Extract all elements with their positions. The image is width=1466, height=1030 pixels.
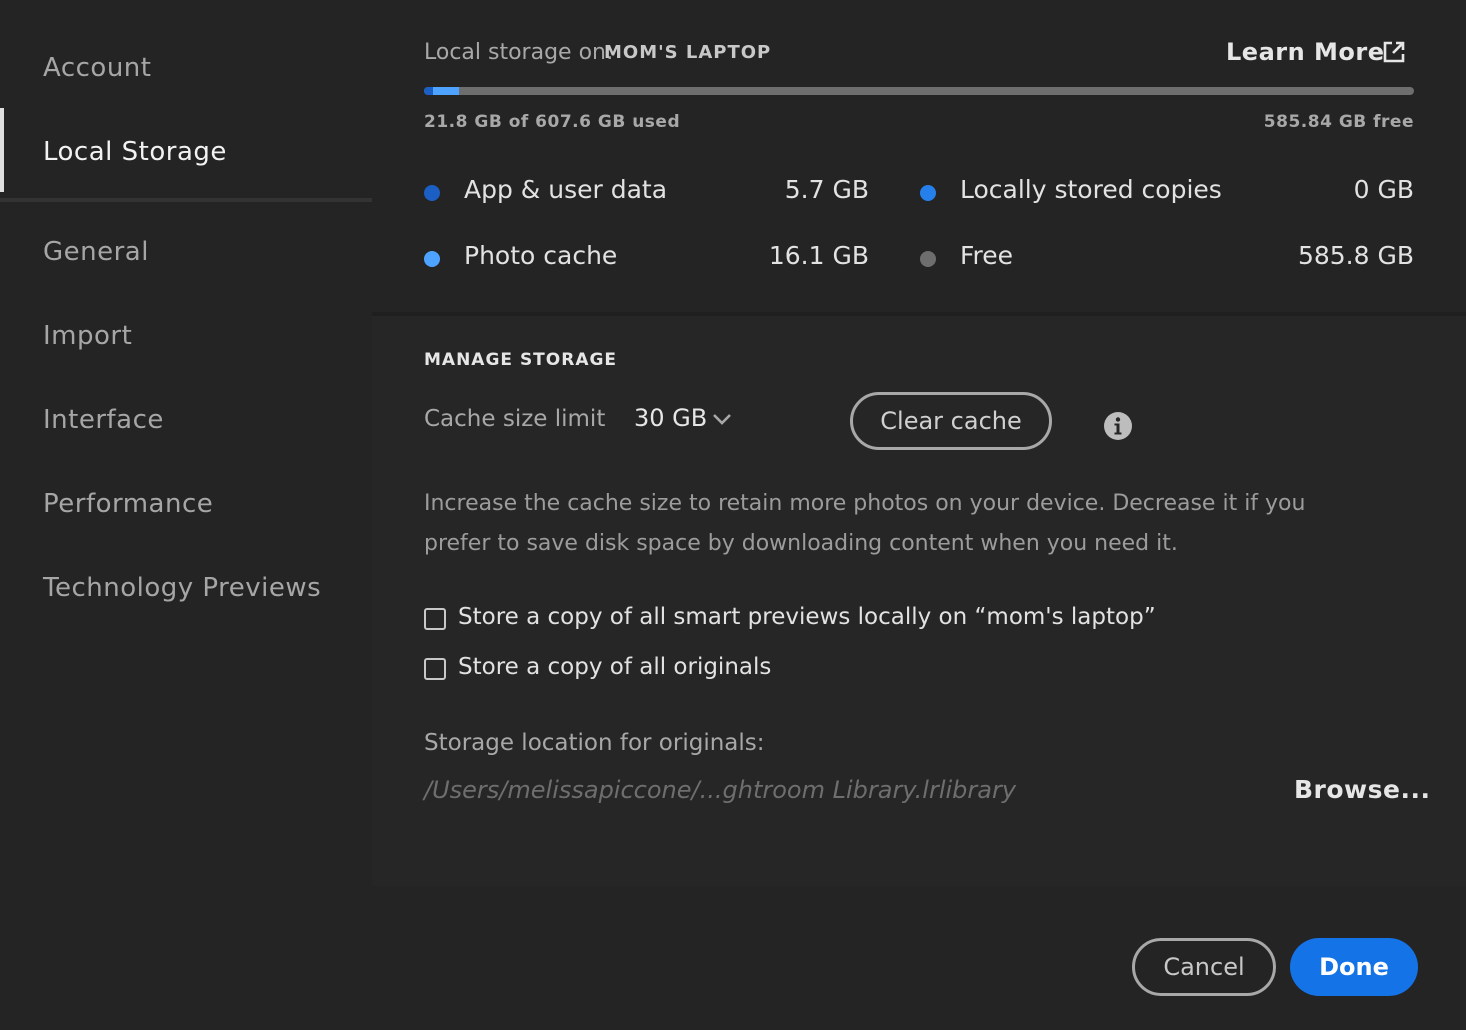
legend-dot-app-data [424, 185, 440, 201]
sidebar-item-interface[interactable]: Interface [0, 402, 372, 438]
learn-more-link[interactable]: Learn More [1226, 38, 1385, 66]
storage-label: Local storage on: [424, 40, 614, 65]
manage-storage-heading: MANAGE STORAGE [424, 350, 618, 370]
sidebar-item-local-storage[interactable]: Local Storage [0, 134, 372, 170]
external-link-icon[interactable] [1382, 40, 1406, 64]
done-button[interactable]: Done [1290, 938, 1418, 996]
preferences-sidebar: Account Local Storage General Import Int… [0, 0, 372, 1030]
legend-value-app-data: 5.7 GB [784, 175, 869, 204]
usage-bar-app-data [424, 87, 433, 95]
legend-label-free: Free [960, 241, 1014, 270]
sidebar-item-general[interactable]: General [0, 234, 372, 270]
smart-previews-checkbox[interactable] [424, 608, 446, 630]
smart-previews-label[interactable]: Store a copy of all smart previews local… [458, 604, 1156, 630]
legend-label-app-data: App & user data [464, 175, 668, 204]
legend-dot-photo-cache [424, 251, 440, 267]
storage-location-label: Storage location for originals: [424, 730, 765, 756]
storage-location-path: /Users/melissapiccone/...ghtroom Library… [424, 776, 1017, 804]
chevron-down-icon[interactable] [712, 412, 732, 426]
cache-limit-dropdown[interactable]: 30 GB [634, 404, 707, 432]
preferences-dialog: Account Local Storage General Import Int… [0, 0, 1466, 1030]
originals-checkbox[interactable] [424, 658, 446, 680]
originals-label[interactable]: Store a copy of all originals [458, 654, 771, 680]
legend-value-free: 585.8 GB [1297, 241, 1414, 270]
clear-cache-button[interactable]: Clear cache [850, 392, 1052, 450]
legend-value-photo-cache: 16.1 GB [768, 241, 869, 270]
cache-description: Increase the cache size to retain more p… [424, 491, 1306, 556]
device-name: MOM'S LAPTOP [604, 42, 772, 63]
legend-value-local-copies: 0 GB [1353, 175, 1414, 204]
legend-label-local-copies: Locally stored copies [960, 175, 1222, 204]
cache-limit-label: Cache size limit [424, 406, 606, 432]
info-icon[interactable] [1103, 411, 1133, 441]
used-space-text: 21.8 GB of 607.6 GB used [424, 112, 681, 132]
legend-dot-free [920, 251, 936, 267]
cancel-button[interactable]: Cancel [1132, 938, 1276, 996]
sidebar-divider [0, 198, 372, 202]
sidebar-item-technology-previews[interactable]: Technology Previews [0, 570, 372, 606]
storage-usage-bar [424, 87, 1414, 95]
free-space-text: 585.84 GB free [1263, 112, 1414, 132]
legend-label-photo-cache: Photo cache [464, 241, 618, 270]
sidebar-item-import[interactable]: Import [0, 318, 372, 354]
sidebar-item-performance[interactable]: Performance [0, 486, 372, 522]
sidebar-item-account[interactable]: Account [0, 50, 372, 86]
usage-bar-photo-cache [433, 87, 459, 95]
legend-dot-local-copies [920, 185, 936, 201]
browse-button[interactable]: Browse... [1294, 775, 1430, 804]
